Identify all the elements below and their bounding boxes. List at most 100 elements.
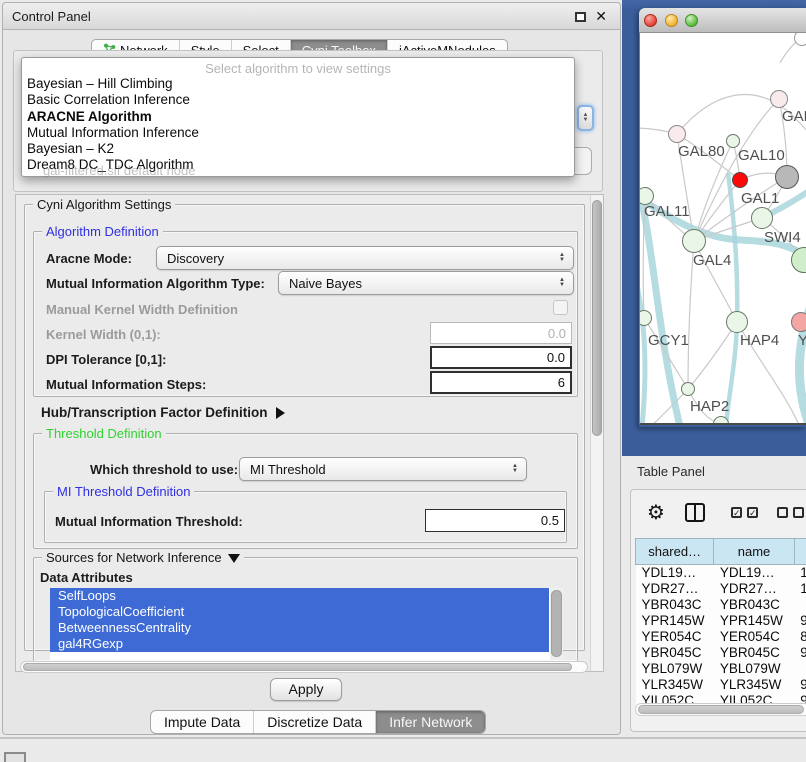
node-label: GAL80 — [678, 143, 725, 160]
network-node[interactable] — [726, 134, 740, 148]
algorithm-option[interactable]: ARACNE Algorithm — [22, 109, 574, 125]
bottom-tabbar: Impute Data Discretize Data Infer Networ… — [150, 710, 486, 734]
network-node[interactable] — [751, 207, 773, 229]
apply-button[interactable]: Apply — [270, 678, 342, 701]
table-body: YDL19…YDL19…13YDR27…YDR27…12YBR043CYBR04… — [636, 565, 806, 709]
network-node[interactable] — [681, 382, 695, 396]
scrollbar-thumb[interactable] — [551, 590, 562, 657]
table-cell: 12 — [794, 581, 806, 597]
algorithm-option[interactable]: Mutual Information Inference — [22, 125, 574, 141]
tab-discretize-data[interactable]: Discretize Data — [253, 711, 375, 733]
algorithm-option[interactable]: Basic Correlation Inference — [22, 92, 574, 108]
network-node[interactable] — [732, 172, 748, 188]
table-row[interactable]: YBR043CYBR043C — [636, 597, 806, 613]
restore-icon[interactable] — [575, 12, 586, 22]
tab-label: Infer Network — [389, 714, 472, 730]
combo-arrows-icon: ▲▼ — [559, 253, 573, 263]
table-row[interactable]: YDL19…YDL19…13 — [636, 565, 806, 581]
table-row[interactable]: YBL079WYBL079W — [636, 661, 806, 677]
group-title: MI Threshold Definition — [53, 484, 194, 499]
mi-threshold-group: MI Threshold Definition Mutual Informati… — [44, 491, 567, 543]
mi-type-combobox[interactable]: Naive Bayes ▲▼ — [278, 271, 574, 295]
algorithm-option[interactable]: Bayesian – K2 — [22, 141, 574, 157]
scrollbar-thumb[interactable] — [638, 705, 804, 714]
data-attributes-label: Data Attributes — [40, 570, 133, 585]
tab-label: Impute Data — [164, 714, 240, 730]
node-label: HAP2 — [690, 398, 729, 415]
gear-icon[interactable]: ⚙ — [647, 500, 665, 525]
bottom-left-mini-button[interactable] — [4, 752, 26, 762]
unchecked-box-icon[interactable] — [793, 507, 804, 518]
table-cell: 13 — [794, 565, 806, 581]
network-node[interactable] — [775, 165, 799, 189]
table-panel-card: ⚙ ✓ ✓ shared… name YDL19…YDL19…13YDR27…Y… — [630, 489, 806, 732]
kernel-width-field[interactable] — [430, 322, 572, 344]
table-cell: YPR145W — [714, 613, 794, 629]
tab-infer-network[interactable]: Infer Network — [375, 711, 485, 733]
table-row[interactable]: YER054CYER054C8. — [636, 629, 806, 645]
scrollbar-thumb[interactable] — [592, 200, 602, 436]
close-icon[interactable]: ✕ — [595, 8, 607, 25]
table-header-row: shared… name — [636, 539, 806, 565]
combo-value: Naive Bayes — [279, 276, 559, 291]
column-header[interactable]: shared… — [636, 539, 714, 565]
scrollbar-thumb[interactable] — [23, 663, 572, 671]
table-cell: YLR345W — [636, 677, 714, 693]
network-node[interactable] — [770, 90, 788, 108]
mi-threshold-field[interactable] — [425, 509, 565, 532]
network-node[interactable] — [726, 311, 748, 333]
network-node[interactable] — [794, 33, 806, 46]
node-label: GAL11 — [644, 203, 690, 220]
algorithm-option[interactable]: Bayesian – Hill Climbing — [22, 76, 574, 92]
aracne-mode-combobox[interactable]: Discovery ▲▼ — [156, 246, 574, 270]
algorithm-combobox-arrow-button[interactable]: ▲▼ — [577, 105, 594, 131]
tab-impute-data[interactable]: Impute Data — [151, 711, 253, 733]
network-node[interactable] — [682, 229, 706, 253]
hub-definition-expander[interactable]: Hub/Transcription Factor Definition — [41, 405, 285, 420]
sources-title: Sources for Network Inference — [46, 550, 222, 565]
which-threshold-combobox[interactable]: MI Threshold ▲▼ — [239, 457, 527, 481]
close-traffic-light[interactable] — [644, 14, 657, 27]
sources-expander[interactable]: Sources for Network Inference — [42, 550, 244, 565]
unchecked-box-icon[interactable] — [777, 507, 788, 518]
data-attribute-item[interactable]: SelfLoops — [50, 588, 549, 604]
column-header[interactable]: name — [714, 539, 794, 565]
checked-box-icon[interactable]: ✓ — [747, 507, 758, 518]
table-row[interactable]: YDR27…YDR27…12 — [636, 581, 806, 597]
combo-value: MI Threshold — [240, 462, 512, 477]
network-node[interactable] — [713, 416, 729, 425]
network-node[interactable] — [668, 125, 686, 143]
network-node[interactable] — [791, 312, 806, 332]
table-cell: 8. — [794, 629, 806, 645]
table-cell: 9. — [794, 645, 806, 661]
manual-kernel-checkbox[interactable] — [553, 300, 568, 315]
table-cell: YDL19… — [714, 565, 794, 581]
table-cell: 9. — [794, 677, 806, 693]
network-window-titlebar[interactable] — [639, 8, 806, 33]
table-horizontal-scrollbar[interactable] — [635, 703, 806, 716]
node-label: GCY1 — [648, 332, 689, 349]
table-row[interactable]: YLR345WYLR345W9. — [636, 677, 806, 693]
table-row[interactable]: YPR145WYPR145W9. — [636, 613, 806, 629]
list-vertical-scrollbar[interactable] — [550, 588, 563, 660]
node-label: GAL — [782, 108, 806, 125]
threshold-definition-group: Threshold Definition Which threshold to … — [33, 433, 578, 549]
dpi-tolerance-field[interactable] — [430, 346, 572, 369]
table-cell: YBL079W — [636, 661, 714, 677]
control-panel-titlebar[interactable]: Control Panel ✕ — [3, 3, 620, 30]
settings-scrollpane: Cyni Algorithm Settings Algorithm Defini… — [15, 194, 604, 672]
data-attribute-item[interactable]: gal4RGexp — [50, 636, 549, 652]
mi-steps-field[interactable] — [430, 371, 572, 394]
minimize-traffic-light[interactable] — [665, 14, 678, 27]
table-row[interactable]: YBR045CYBR045C9. — [636, 645, 806, 661]
data-attribute-item[interactable]: BetweennessCentrality — [50, 620, 549, 636]
data-attribute-item[interactable]: TopologicalCoefficient — [50, 604, 549, 620]
node-label: GAL1 — [741, 190, 779, 207]
column-header[interactable] — [794, 539, 806, 565]
zoom-traffic-light[interactable] — [685, 14, 698, 27]
split-columns-icon[interactable] — [685, 503, 705, 522]
network-canvas[interactable]: GAL80GAL10GAL11GAL1SWI4GAL4GCY1HAP4YHAP2… — [639, 33, 806, 425]
settings-vertical-scrollbar[interactable] — [590, 195, 603, 671]
settings-horizontal-scrollbar[interactable] — [20, 661, 588, 673]
checked-box-icon[interactable]: ✓ — [731, 507, 742, 518]
